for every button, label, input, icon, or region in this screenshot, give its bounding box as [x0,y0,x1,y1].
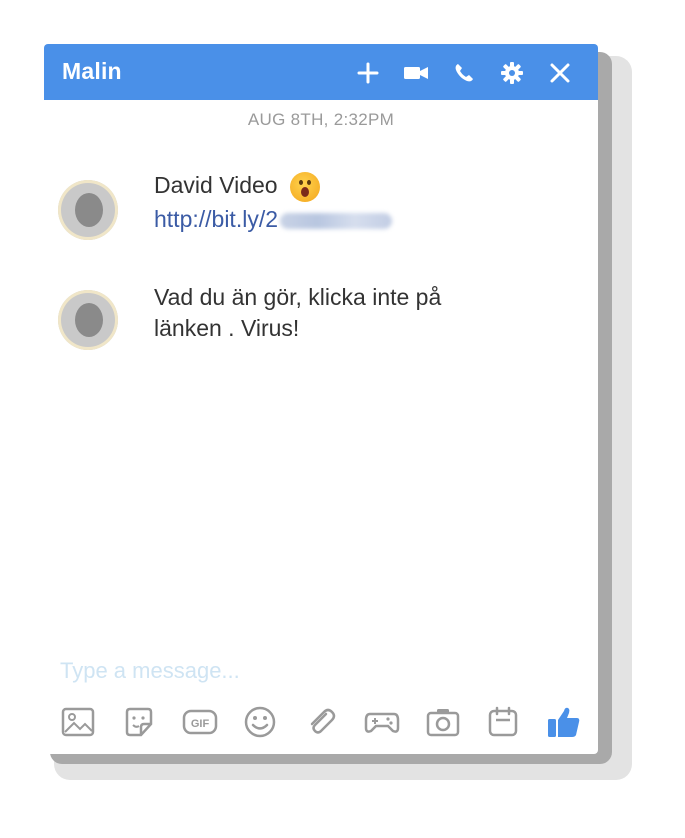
emoji-button[interactable] [238,700,282,744]
gif-label: GIF [190,718,209,730]
image-icon [61,707,95,737]
message-timestamp: AUG 8TH, 2:32PM [247,110,395,129]
message-link[interactable]: http://bit.ly/2 [154,206,278,232]
plus-icon [357,62,379,84]
emoji-icon [245,706,276,738]
game-controller-icon [364,712,399,733]
video-call-button[interactable] [392,58,440,88]
gif-button[interactable]: GIF [178,700,222,744]
message-link-line: http://bit.ly/2 [154,204,393,235]
close-icon [550,63,570,83]
chat-titlebar: Malin [44,44,598,100]
titlebar-actions [344,58,584,88]
sticker-icon [125,707,152,737]
message-line: David Video [154,172,278,198]
redacted-link-segment [280,212,393,229]
plan-event-button[interactable] [481,700,525,744]
paperclip-icon [310,708,336,734]
sticker-button[interactable] [117,700,161,744]
astonished-face-emoji-icon [290,171,320,202]
close-button[interactable] [536,58,584,88]
phone-icon [455,64,473,82]
add-people-button[interactable] [344,58,392,88]
camera-icon [426,709,459,737]
message-input[interactable] [60,656,580,686]
send-photo-button[interactable] [56,700,100,744]
video-camera-icon [404,67,428,79]
games-button[interactable] [360,700,404,744]
send-like-button[interactable] [542,700,586,744]
calendar-icon [489,706,518,737]
voice-call-button[interactable] [440,58,488,88]
composer-toolbar: GIF [56,700,586,744]
avatar[interactable] [58,180,118,240]
contact-name[interactable]: Malin [62,58,122,85]
avatar[interactable] [58,290,118,350]
thumbs-up-icon [548,707,580,737]
camera-button[interactable] [421,700,465,744]
attach-file-button[interactable] [299,700,343,744]
message-text: David Video [154,170,320,202]
message-line: länken . Virus! [154,315,300,341]
gear-icon [501,62,523,84]
options-button[interactable] [488,58,536,88]
chat-window: Malin AUG 8TH, 2:32PM David Video http:/… [44,44,598,754]
gif-icon: GIF [182,709,217,735]
message-line: Vad du än gör, klicka inte på [154,284,442,310]
